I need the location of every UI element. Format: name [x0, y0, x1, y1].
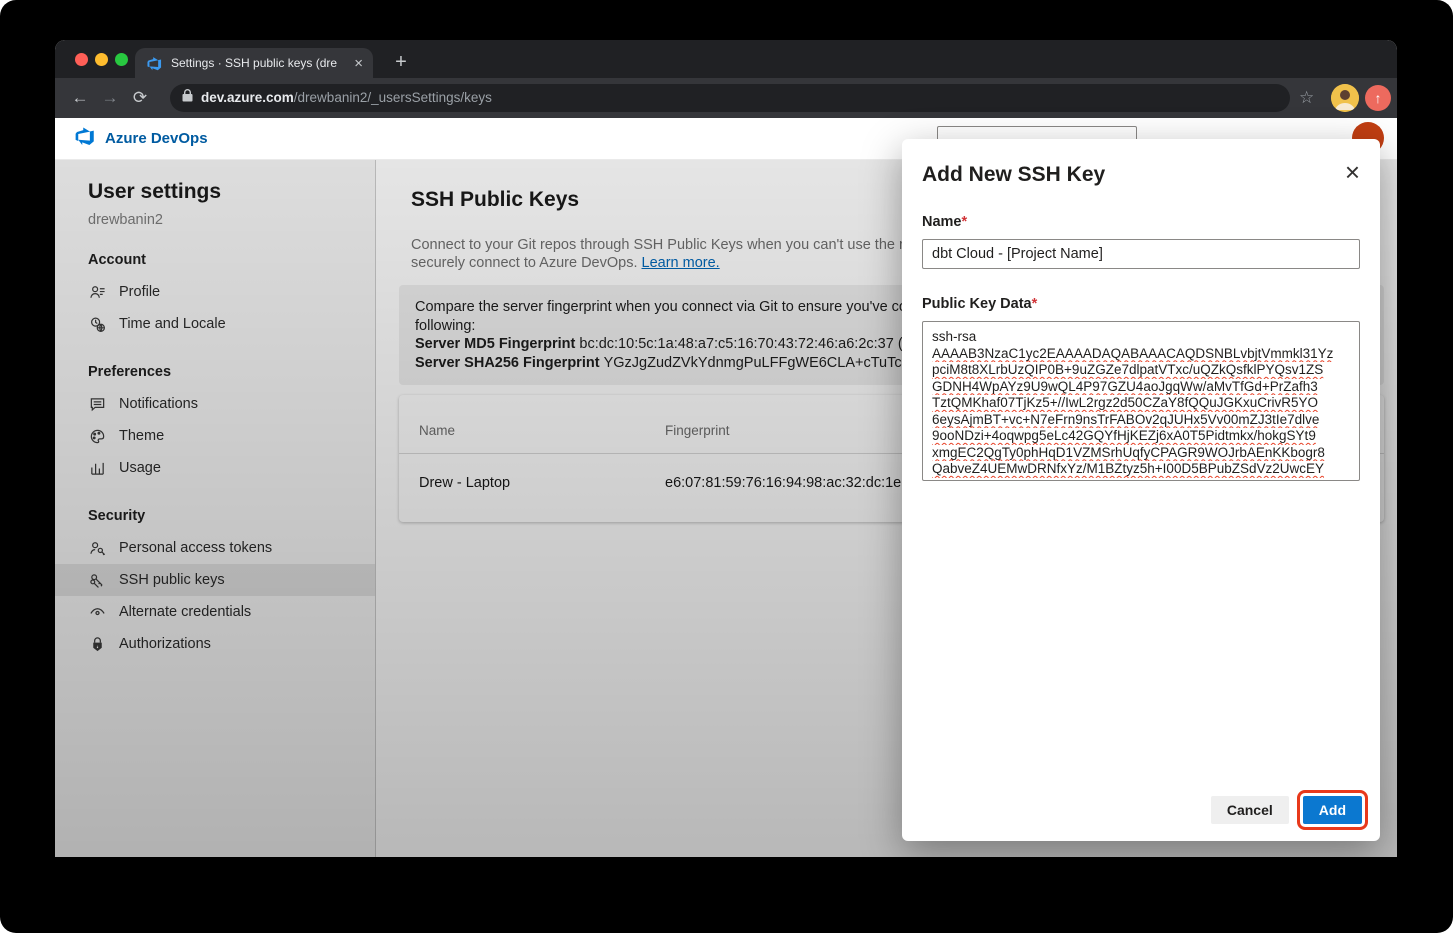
public-key-label-text: Public Key Data [922, 296, 1032, 312]
key-line: ssh-rsa [932, 329, 1350, 346]
reload-icon[interactable]: ⟳ [125, 88, 155, 108]
bar-chart-icon [88, 459, 106, 477]
sidebar-item-theme[interactable]: Theme [55, 420, 375, 452]
table-row-fingerprint: e6:07:81:59:76:16:94:98:ac:32:dc:1e [665, 475, 901, 491]
public-key-data-textarea[interactable]: ssh-rsa AAAAB3NzaC1yc2EAAAADAQABAAACAQDS… [922, 321, 1360, 481]
url-host: dev.azure.com [201, 90, 294, 105]
sidebar-item-alternate-credentials[interactable]: Alternate credentials [55, 596, 375, 628]
required-asterisk: * [962, 214, 968, 230]
column-header-fingerprint: Fingerprint [665, 423, 730, 438]
person-key-icon [88, 539, 106, 557]
sidebar-item-notifications[interactable]: Notifications [55, 388, 375, 420]
settings-sidebar: User settings drewbanin2 Account Profile… [55, 160, 376, 857]
modal-title: Add New SSH Key [922, 163, 1360, 187]
public-key-data-label: Public Key Data* [922, 296, 1360, 312]
key-line: pciM8t8XLrbUzQIP0B+9uZGZe7dlpatVTxc/uQZk… [932, 362, 1350, 379]
name-label-text: Name [922, 214, 962, 230]
key-line: xmgEC2QgTy0phHqD1VZMSrhUqfyCPAGR9WOJrbAE… [932, 445, 1350, 462]
sidebar-item-ssh-public-keys[interactable]: SSH public keys [55, 564, 375, 596]
window-zoom-button[interactable] [115, 53, 128, 66]
add-ssh-key-modal: Add New SSH Key × Name* Public Key Data*… [902, 139, 1380, 841]
key-line: dcyHUtkdIRJrqReTXQ1oF4oBzqikSmkQtLQjFp24… [932, 478, 1350, 482]
required-asterisk: * [1032, 296, 1038, 312]
sidebar-item-personal-access-tokens[interactable]: Personal access tokens [55, 532, 375, 564]
back-icon[interactable]: ← [65, 88, 95, 108]
note-line1: Compare the server fingerprint when you … [415, 299, 907, 315]
sidebar-item-label: Authorizations [119, 636, 211, 652]
lock-icon [182, 89, 193, 107]
key-line: QabveZ4UEMwDRNfxYz/M1BZtyz5h+I00D5BPubZS… [932, 461, 1350, 478]
name-label: Name* [922, 214, 1360, 230]
sidebar-item-label: Notifications [119, 396, 198, 412]
url-bar[interactable]: dev.azure.com/drewbanin2/_usersSettings/… [170, 84, 1290, 112]
sidebar-username: drewbanin2 [88, 212, 375, 228]
md5-value: bc:dc:10:5c:1a:48:a7:c5:16:70:43:72:46:a… [579, 336, 902, 352]
clock-globe-icon [88, 315, 106, 333]
window-minimize-button[interactable] [95, 53, 108, 66]
sidebar-item-label: Usage [119, 460, 161, 476]
url-path: /drewbanin2/_usersSettings/keys [294, 90, 492, 105]
browser-toolbar: ← → ⟳ dev.azure.com/drewbanin2/_usersSet… [55, 78, 1397, 118]
sidebar-item-label: Profile [119, 284, 160, 300]
azure-devops-favicon-icon [145, 54, 163, 72]
keys-icon [88, 571, 106, 589]
tab-close-icon[interactable]: × [354, 56, 363, 71]
sidebar-item-time-and-locale[interactable]: Time and Locale [55, 308, 375, 340]
browser-profile-avatar[interactable] [1331, 84, 1359, 112]
brand-name: Azure DevOps [105, 130, 208, 147]
browser-window: Settings · SSH public keys (dre × + ← → … [55, 40, 1397, 857]
sidebar-item-label: Time and Locale [119, 316, 226, 332]
key-line: 9ooNDzi+4oqwpg5eLc42GQYfHjKEZj6xA0T5Pidt… [932, 428, 1350, 445]
sidebar-section-security: Security [88, 508, 375, 524]
bookmark-star-icon[interactable]: ☆ [1299, 88, 1314, 108]
page-title: SSH Public Keys [411, 188, 579, 212]
sidebar-item-usage[interactable]: Usage [55, 452, 375, 484]
person-icon [88, 283, 106, 301]
sha256-label: Server SHA256 Fingerprint [415, 355, 604, 371]
browser-tab-strip: Settings · SSH public keys (dre × + [55, 40, 1397, 78]
add-button[interactable]: Add [1303, 796, 1362, 824]
modal-close-icon[interactable]: × [1345, 161, 1360, 183]
sha256-value: YGzJgZudZVkYdnmgPuLFFgWE6CLA+cTuTcm [604, 355, 914, 371]
forward-icon[interactable]: → [95, 88, 125, 108]
table-row-name: Drew - Laptop [419, 475, 510, 491]
key-line: TztQMKhaf07TjKz5+//IwL2rgz2d50CZaY8fQQuJ… [932, 395, 1350, 412]
sidebar-item-label: Personal access tokens [119, 540, 272, 556]
cancel-button[interactable]: Cancel [1211, 796, 1289, 824]
sidebar-item-authorizations[interactable]: Authorizations [55, 628, 375, 660]
sidebar-item-profile[interactable]: Profile [55, 276, 375, 308]
azure-devops-logo-icon [75, 126, 95, 151]
browser-tab[interactable]: Settings · SSH public keys (dre × [135, 48, 373, 78]
window-close-button[interactable] [75, 53, 88, 66]
sidebar-title: User settings [88, 180, 375, 204]
modal-footer: Cancel Add [1211, 796, 1362, 824]
md5-label: Server MD5 Fingerprint [415, 336, 579, 352]
description-line2: securely connect to Azure DevOps. [411, 255, 642, 271]
sidebar-item-label: Theme [119, 428, 164, 444]
comment-icon [88, 395, 106, 413]
name-input[interactable] [922, 239, 1360, 269]
note-line2: following: [415, 318, 475, 334]
devops-brand[interactable]: Azure DevOps [75, 126, 208, 151]
palette-icon [88, 427, 106, 445]
description-line1: Connect to your Git repos through SSH Pu… [411, 237, 904, 253]
browser-update-icon[interactable]: ↑ [1365, 85, 1391, 111]
screenshot-canvas: Settings · SSH public keys (dre × + ← → … [0, 0, 1453, 933]
key-line: AAAAB3NzaC1yc2EAAAADAQABAAACAQDSNBLvbjtV… [932, 346, 1350, 363]
sidebar-section-preferences: Preferences [88, 364, 375, 380]
key-line: 6eysAjmBT+vc+N7eFrn9nsTrFABOv2qJUHx5Vv00… [932, 412, 1350, 429]
sidebar-item-label: SSH public keys [119, 572, 225, 588]
lock-shield-icon [88, 635, 106, 653]
learn-more-link[interactable]: Learn more. [642, 255, 720, 271]
key-line: GDNH4WpAYz9U9wQL4P97GZU4aoJgqWw/aMvTfGd+… [932, 379, 1350, 396]
tab-title: Settings · SSH public keys (dre [171, 56, 346, 70]
column-header-name: Name [419, 423, 455, 438]
new-tab-button[interactable]: + [387, 48, 415, 76]
sidebar-section-account: Account [88, 252, 375, 268]
page-description: Connect to your Git repos through SSH Pu… [411, 236, 904, 272]
eye-icon [88, 603, 106, 621]
sidebar-item-label: Alternate credentials [119, 604, 251, 620]
